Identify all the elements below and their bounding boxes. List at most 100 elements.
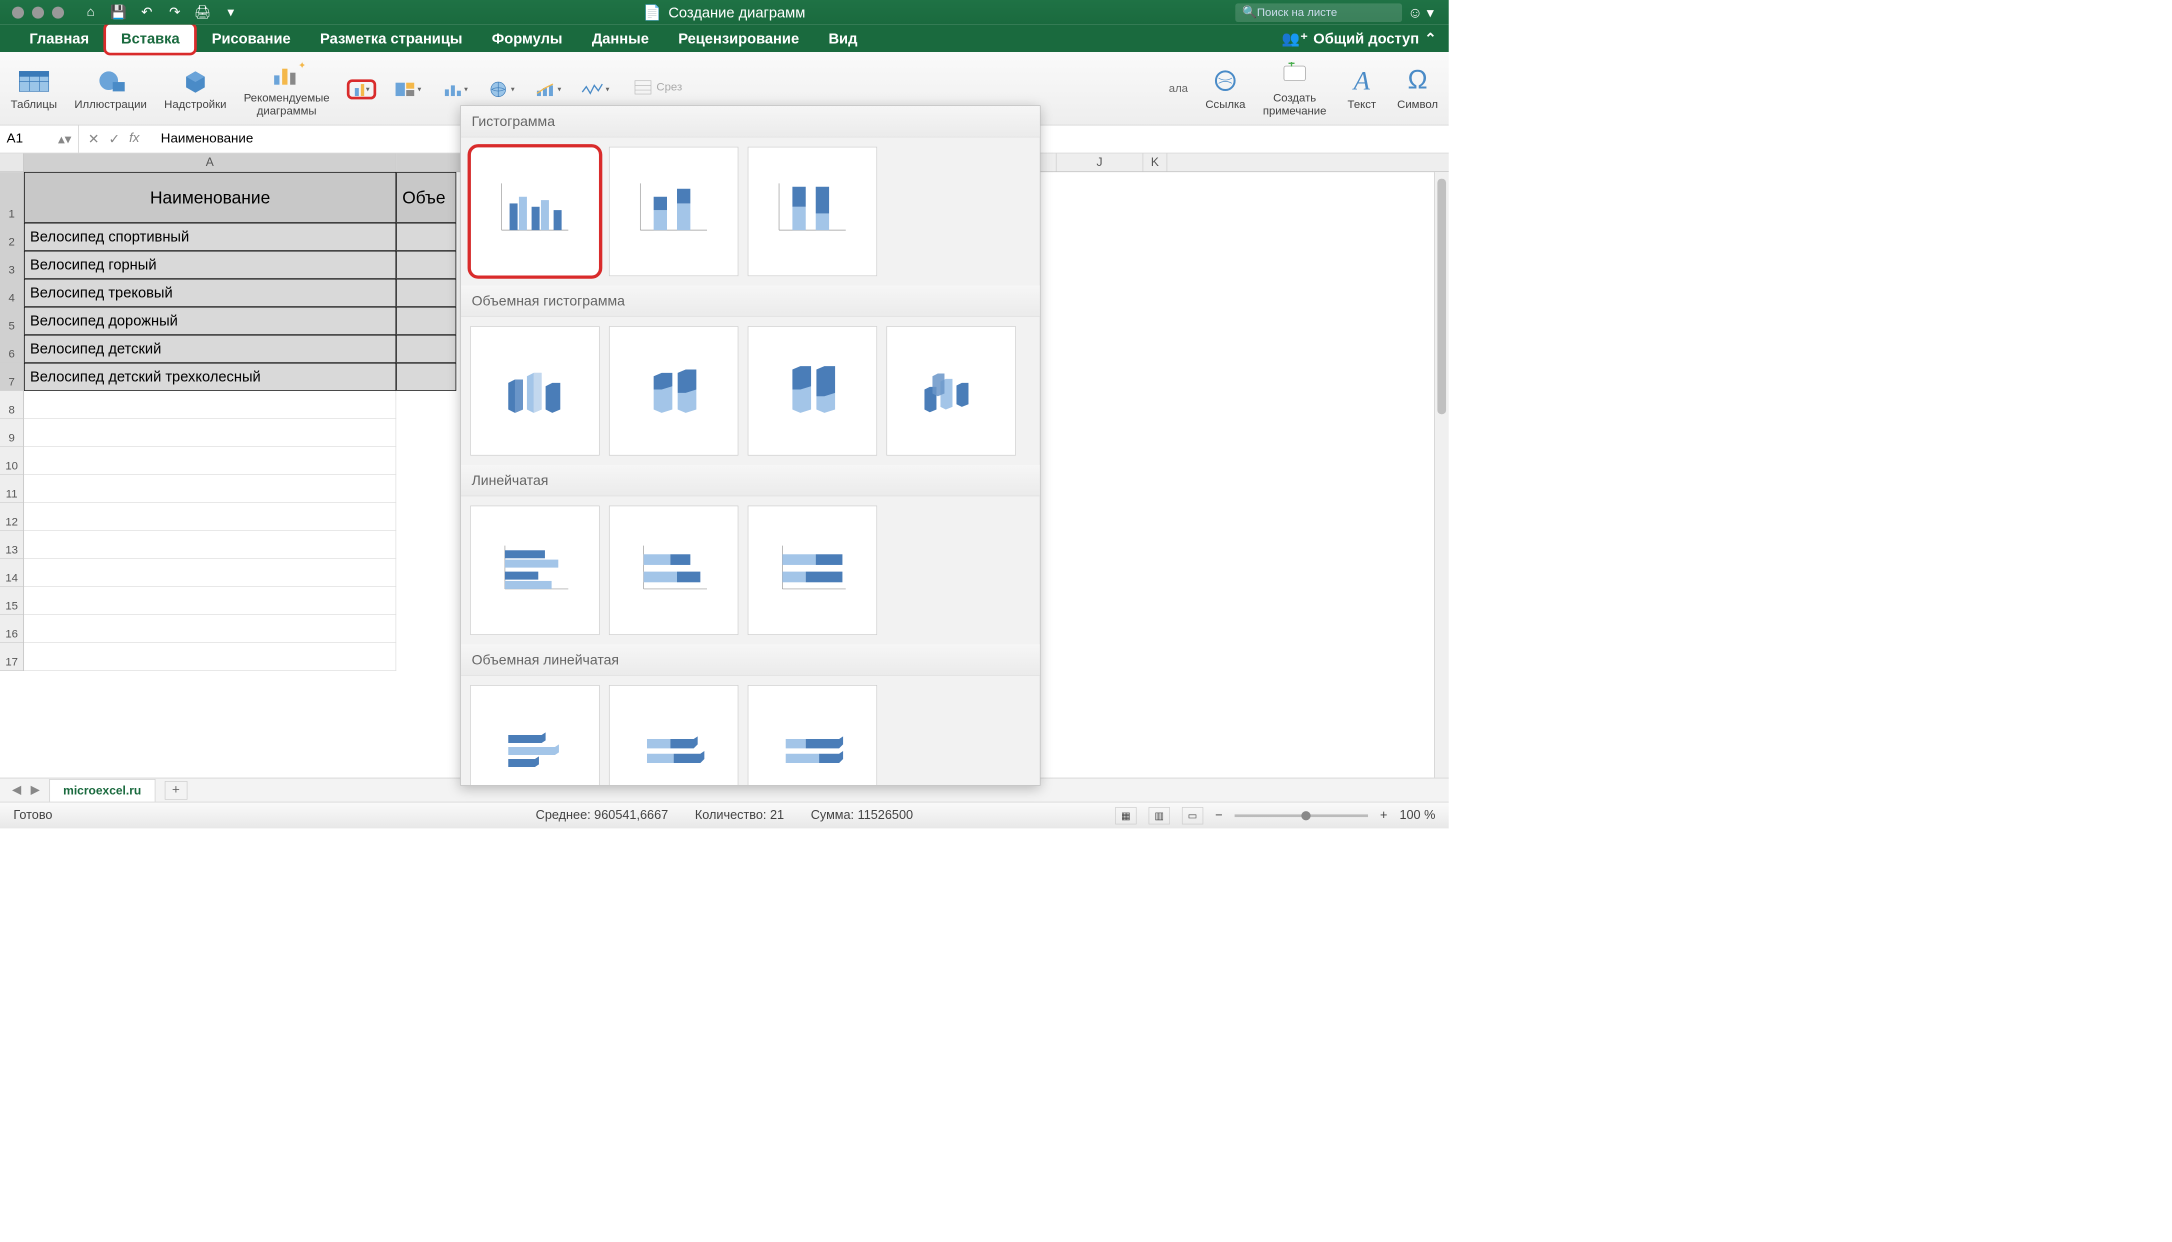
cell-a3[interactable]: Велосипед горный: [24, 251, 396, 279]
row-header-10[interactable]: 10: [0, 447, 24, 475]
col-header-k[interactable]: K: [1143, 153, 1167, 171]
cell-a13[interactable]: [24, 531, 396, 559]
tab-view[interactable]: Вид: [814, 26, 872, 51]
cell-b5[interactable]: [396, 307, 456, 335]
link-button[interactable]: Ссылка: [1205, 66, 1245, 111]
vertical-scrollbar[interactable]: [1434, 172, 1449, 778]
symbol-button[interactable]: Ω Символ: [1397, 66, 1438, 111]
cell-b7[interactable]: [396, 363, 456, 391]
row-header-16[interactable]: 16: [0, 615, 24, 643]
zoom-slider[interactable]: [1235, 814, 1368, 817]
fx-icon[interactable]: fx: [129, 131, 139, 148]
tables-button[interactable]: Таблицы: [11, 66, 57, 111]
3d-stacked-column-option[interactable]: [609, 326, 738, 455]
clustered-bar-option[interactable]: [470, 506, 599, 635]
3d-100-stacked-bar-option[interactable]: [748, 685, 877, 786]
cell-b1[interactable]: Объе: [396, 172, 456, 223]
col-header-j[interactable]: J: [1057, 153, 1144, 171]
row-header-3[interactable]: 3: [0, 251, 24, 279]
view-page-break-button[interactable]: ▭: [1182, 807, 1203, 824]
cell-a12[interactable]: [24, 503, 396, 531]
zoom-level[interactable]: 100 %: [1399, 808, 1435, 823]
slicer-button[interactable]: Срез: [634, 79, 682, 95]
cell-a17[interactable]: [24, 643, 396, 671]
3d-column-option[interactable]: [886, 326, 1015, 455]
customize-icon[interactable]: ▾: [223, 4, 239, 20]
cell-a5[interactable]: Велосипед дорожный: [24, 307, 396, 335]
stacked-bar-option[interactable]: [609, 506, 738, 635]
3d-stacked-bar-option[interactable]: [609, 685, 738, 786]
tab-data[interactable]: Данные: [577, 26, 663, 51]
row-header-9[interactable]: 9: [0, 419, 24, 447]
comment-button[interactable]: + Создать примечание: [1263, 59, 1327, 117]
share-button[interactable]: 👥⁺ Общий доступ ⌃: [1282, 30, 1437, 47]
text-button[interactable]: A Текст: [1344, 66, 1380, 111]
cell-b2[interactable]: [396, 223, 456, 251]
search-input[interactable]: [1257, 6, 1395, 19]
combo-chart-button[interactable]: ▾: [534, 79, 563, 99]
save-icon[interactable]: 💾: [111, 4, 127, 20]
row-header-4[interactable]: 4: [0, 279, 24, 307]
row-header-12[interactable]: 12: [0, 503, 24, 531]
statistic-chart-button[interactable]: ▾: [440, 79, 469, 99]
undo-icon[interactable]: ↶: [139, 4, 155, 20]
redo-icon[interactable]: ↷: [167, 4, 183, 20]
tab-insert[interactable]: Вставка: [104, 22, 197, 55]
row-header-17[interactable]: 17: [0, 643, 24, 671]
cancel-icon[interactable]: ✕: [88, 131, 99, 148]
row-header-6[interactable]: 6: [0, 335, 24, 363]
cell-a10[interactable]: [24, 447, 396, 475]
select-all-corner[interactable]: [0, 153, 24, 171]
cell-a11[interactable]: [24, 475, 396, 503]
feedback-icon[interactable]: ☺ ▾: [1408, 4, 1434, 21]
row-header-5[interactable]: 5: [0, 307, 24, 335]
add-sheet-button[interactable]: +: [165, 781, 188, 800]
name-box-dropdown-icon[interactable]: ▴▾: [58, 131, 71, 148]
row-header-14[interactable]: 14: [0, 559, 24, 587]
clustered-column-option[interactable]: [470, 147, 599, 276]
cell-a9[interactable]: [24, 419, 396, 447]
3d-100-stacked-column-option[interactable]: [748, 326, 877, 455]
zoom-out-button[interactable]: −: [1215, 808, 1222, 823]
tab-formulas[interactable]: Формулы: [477, 26, 577, 51]
column-chart-button[interactable]: ▾: [347, 79, 376, 99]
sheet-tab-active[interactable]: microexcel.ru: [49, 779, 155, 802]
row-header-7[interactable]: 7: [0, 363, 24, 391]
scrollbar-thumb[interactable]: [1437, 179, 1446, 415]
view-normal-button[interactable]: ▦: [1115, 807, 1136, 824]
print-icon[interactable]: 🖨: [195, 4, 211, 20]
row-header-2[interactable]: 2: [0, 223, 24, 251]
cell-a16[interactable]: [24, 615, 396, 643]
cell-a14[interactable]: [24, 559, 396, 587]
cell-b4[interactable]: [396, 279, 456, 307]
name-box[interactable]: A1 ▴▾: [0, 125, 79, 152]
cell-b3[interactable]: [396, 251, 456, 279]
accept-icon[interactable]: ✓: [109, 131, 120, 148]
close-traffic[interactable]: [12, 6, 24, 18]
sparklines-button[interactable]: ▾: [580, 79, 609, 99]
100-stacked-column-option[interactable]: [748, 147, 877, 276]
3d-clustered-column-option[interactable]: [470, 326, 599, 455]
view-page-layout-button[interactable]: ▥: [1149, 807, 1170, 824]
zoom-in-button[interactable]: +: [1380, 808, 1387, 823]
minimize-traffic[interactable]: [32, 6, 44, 18]
row-header-1[interactable]: 1: [0, 172, 24, 223]
cell-b6[interactable]: [396, 335, 456, 363]
sheet-nav-prev[interactable]: ◀: [12, 783, 21, 797]
tab-review[interactable]: Рецензирование: [664, 26, 814, 51]
col-header-a[interactable]: A: [24, 153, 396, 171]
row-header-8[interactable]: 8: [0, 391, 24, 419]
cell-a7[interactable]: Велосипед детский трехколесный: [24, 363, 396, 391]
sheet-nav-next[interactable]: ▶: [31, 783, 40, 797]
100-stacked-bar-option[interactable]: [748, 506, 877, 635]
cell-a1[interactable]: Наименование: [24, 172, 396, 223]
recommended-charts-button[interactable]: ✦ Рекомендуемые диаграммы: [244, 59, 330, 117]
maximize-traffic[interactable]: [52, 6, 64, 18]
tab-home[interactable]: Главная: [15, 26, 104, 51]
tab-draw[interactable]: Рисование: [197, 26, 305, 51]
row-header-13[interactable]: 13: [0, 531, 24, 559]
illustrations-button[interactable]: Иллюстрации: [74, 66, 147, 111]
addins-button[interactable]: Надстройки: [164, 66, 226, 111]
3d-clustered-bar-option[interactable]: [470, 685, 599, 786]
cell-a2[interactable]: Велосипед спортивный: [24, 223, 396, 251]
